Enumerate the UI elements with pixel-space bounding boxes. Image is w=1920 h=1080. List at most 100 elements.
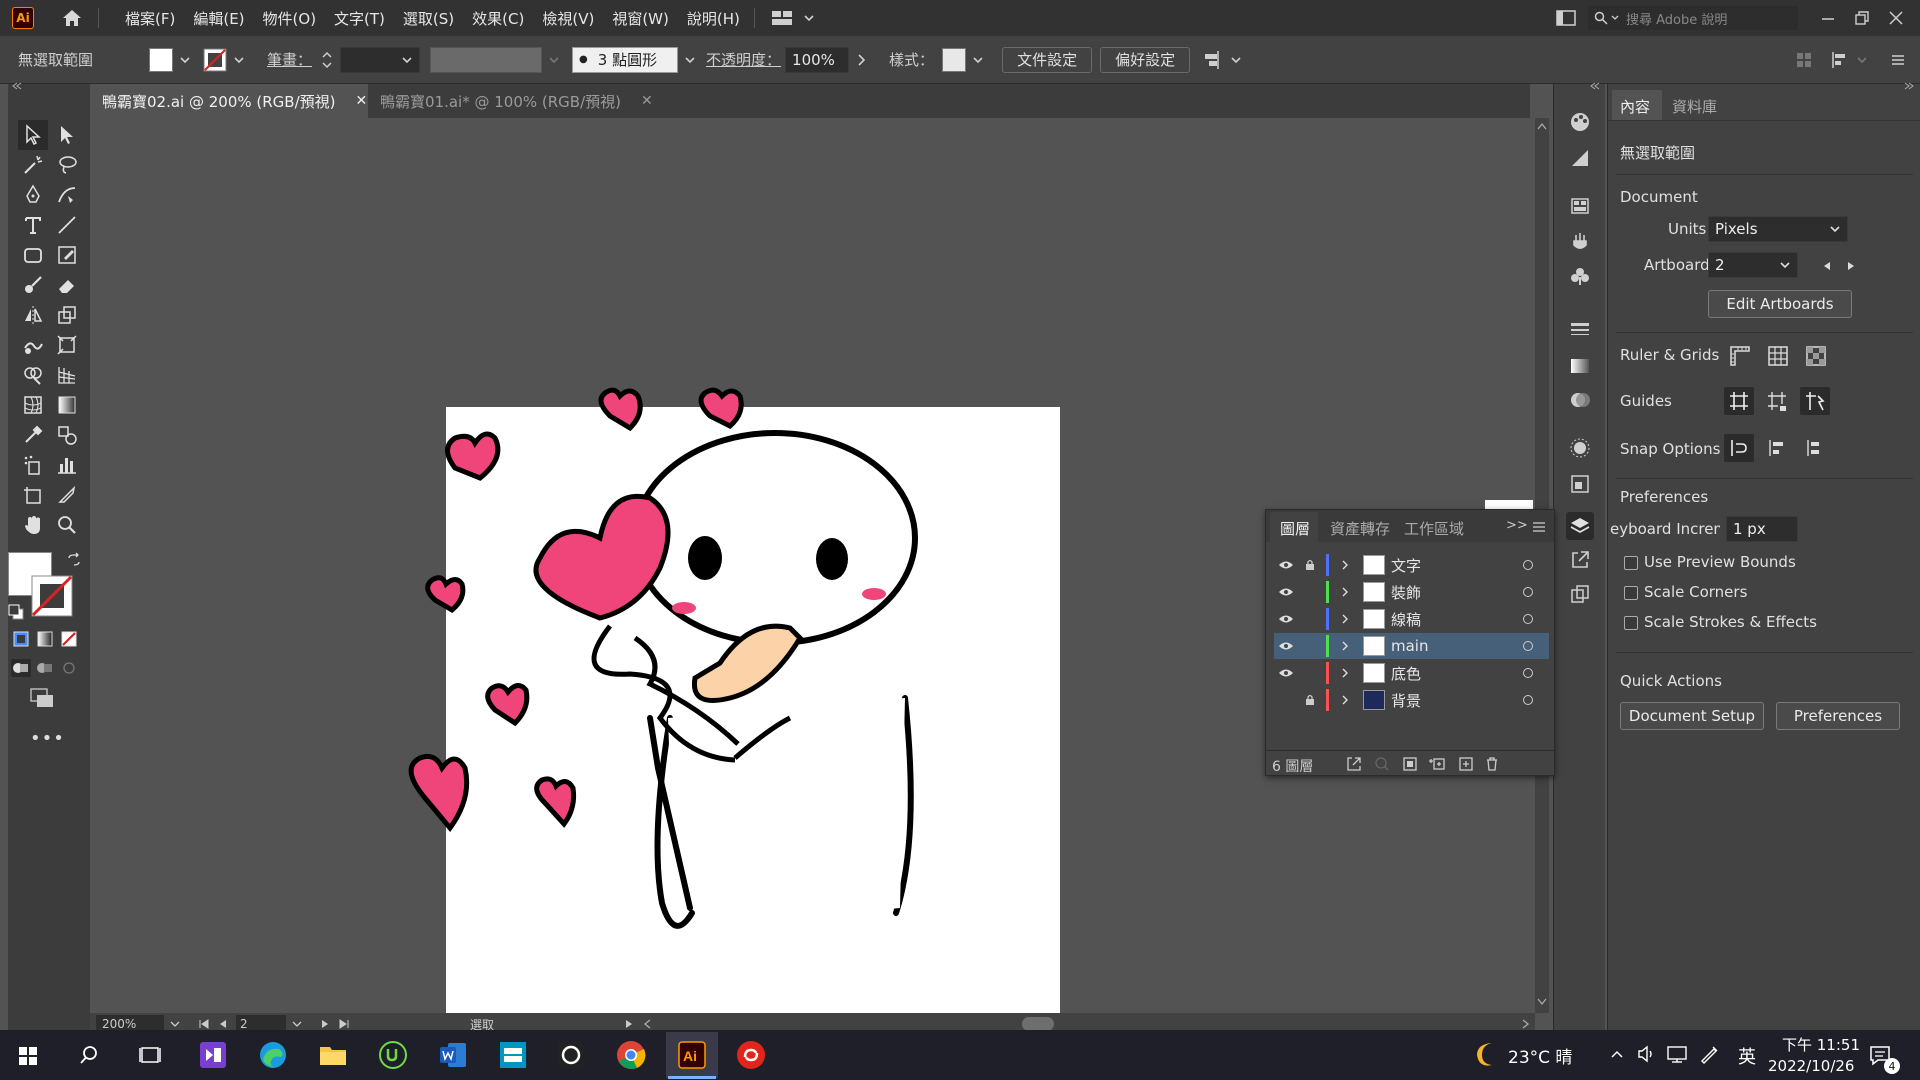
panel-menu-icon[interactable] — [1532, 520, 1546, 534]
clock-time[interactable]: 下午 11:51 — [1782, 1034, 1860, 1055]
transparency-button[interactable] — [1566, 386, 1594, 414]
draw-inside-icon[interactable] — [58, 658, 80, 678]
layer-name[interactable]: 線稿 — [1391, 609, 1523, 630]
clock-date[interactable]: 2022/10/26 — [1768, 1057, 1854, 1075]
arrange-icon[interactable] — [1796, 52, 1812, 68]
chevron-down-icon[interactable] — [170, 1019, 180, 1029]
preferences-button[interactable]: Preferences — [1776, 702, 1900, 730]
make-clipping-mask-icon[interactable] — [1402, 756, 1418, 772]
pen-tool[interactable] — [18, 180, 48, 210]
symbols-button[interactable] — [1566, 262, 1594, 290]
screen-mode-icon[interactable] — [30, 688, 56, 710]
layer-name[interactable]: 裝飾 — [1391, 582, 1523, 603]
menu-select[interactable]: 選取(S) — [403, 8, 454, 29]
artboards-panel-button[interactable] — [1566, 580, 1594, 608]
lasso-tool[interactable] — [52, 150, 82, 180]
target-circle-icon[interactable] — [1523, 668, 1533, 678]
keyboard-increment-input[interactable]: 1 px — [1726, 516, 1798, 542]
chevron-down-icon[interactable] — [684, 54, 696, 66]
tab-libraries[interactable]: 資料庫 — [1672, 96, 1717, 117]
chevron-down-icon[interactable] — [233, 54, 245, 66]
scroll-right-icon[interactable] — [1521, 1018, 1531, 1030]
previous-artboard-icon[interactable] — [1822, 260, 1832, 272]
next-artboard-icon[interactable] — [320, 1018, 330, 1030]
restore-icon[interactable] — [1854, 10, 1870, 26]
lock-guides-icon[interactable] — [1766, 390, 1788, 412]
layer-row[interactable]: 線稿 — [1274, 606, 1549, 632]
none-mode-icon[interactable] — [60, 630, 78, 648]
task-view-icon[interactable] — [138, 1044, 162, 1066]
tab-document-02[interactable]: 鴨霸寶02.ai @ 200% (RGB/預視) ✕ — [90, 84, 368, 118]
scroll-down-icon[interactable] — [1537, 998, 1547, 1006]
artboard-tool[interactable] — [18, 480, 48, 510]
weather-text[interactable]: 23°C 晴 — [1508, 1043, 1572, 1068]
snap-to-glyph-icon[interactable] — [1804, 437, 1826, 459]
scroll-up-icon[interactable] — [1537, 122, 1547, 130]
blend-tool[interactable] — [52, 420, 82, 450]
color-guide-button[interactable] — [1566, 144, 1594, 172]
tab-document-01[interactable]: 鴨霸寶01.ai* @ 100% (RGB/預視) ✕ — [368, 84, 653, 118]
create-sublayer-icon[interactable] — [1428, 756, 1446, 772]
edge-icon[interactable] — [254, 1036, 292, 1074]
chevron-right-icon[interactable] — [1333, 640, 1357, 652]
shaper-tool[interactable] — [52, 240, 82, 270]
tab-artboards[interactable]: 工作區域 — [1404, 518, 1464, 539]
horizontal-scroll-thumb[interactable] — [1022, 1017, 1055, 1031]
chevron-right-icon[interactable] — [1333, 667, 1357, 679]
chevron-right-icon[interactable] — [1333, 694, 1357, 706]
shape-builder-tool[interactable] — [18, 360, 48, 390]
target-circle-icon[interactable] — [1523, 695, 1533, 705]
locate-object-icon[interactable] — [1374, 756, 1390, 772]
target-circle-icon[interactable] — [1523, 587, 1533, 597]
column-graph-tool[interactable] — [52, 450, 82, 480]
chevron-down-icon[interactable] — [803, 12, 815, 24]
tab-properties[interactable]: 內容 — [1620, 96, 1650, 117]
delete-layer-icon[interactable] — [1484, 756, 1500, 772]
menu-window[interactable]: 視窗(W) — [612, 8, 669, 29]
previous-artboard-icon[interactable] — [218, 1018, 228, 1030]
curvature-tool[interactable] — [52, 180, 82, 210]
symbol-sprayer-tool[interactable] — [18, 450, 48, 480]
illustrator-taskbar-icon[interactable]: Ai — [673, 1036, 711, 1074]
menu-object[interactable]: 物件(O) — [263, 8, 317, 29]
visual-studio-icon[interactable] — [194, 1036, 232, 1074]
workspace-switcher-icon[interactable] — [771, 9, 795, 27]
reflect-tool[interactable] — [18, 300, 48, 330]
variable-width-profile[interactable] — [430, 46, 543, 73]
menu-effect[interactable]: 效果(C) — [472, 8, 524, 29]
snap-align-icon[interactable] — [1830, 50, 1852, 70]
line-segment-tool[interactable] — [52, 210, 82, 240]
lock-icon[interactable] — [1298, 694, 1322, 706]
layer-row[interactable]: 文字 — [1274, 552, 1549, 578]
gradient-panel-button[interactable] — [1566, 352, 1594, 380]
layer-row[interactable]: 裝飾 — [1274, 579, 1549, 605]
hand-tool[interactable] — [18, 510, 48, 540]
align-icon[interactable] — [1204, 50, 1226, 70]
network-icon[interactable] — [1666, 1044, 1688, 1064]
chevron-down-icon[interactable] — [1230, 54, 1242, 66]
selection-tool[interactable] — [18, 120, 48, 150]
stroke-panel-button[interactable] — [1566, 316, 1594, 344]
gradient-tool[interactable] — [52, 390, 82, 420]
minimize-icon[interactable] — [1820, 10, 1836, 26]
free-transform-tool[interactable] — [52, 330, 82, 360]
ruler-icon[interactable] — [1728, 344, 1752, 368]
fill-swatch[interactable] — [149, 47, 174, 72]
collapse-panel-icon[interactable] — [1590, 82, 1600, 90]
swap-fill-stroke-icon[interactable] — [66, 552, 82, 568]
slice-tool[interactable] — [52, 480, 82, 510]
visibility-eye-icon[interactable] — [1274, 587, 1298, 597]
upwork-icon[interactable] — [374, 1036, 412, 1074]
grid-icon[interactable] — [1766, 344, 1790, 368]
draw-behind-icon[interactable] — [34, 658, 56, 678]
swatches-button[interactable] — [1566, 192, 1594, 220]
snap-to-point-icon[interactable] — [1728, 437, 1750, 459]
scale-corners-checkbox[interactable] — [1624, 586, 1638, 600]
volume-icon[interactable] — [1636, 1044, 1656, 1064]
eyedropper-tool[interactable] — [18, 420, 48, 450]
default-fill-stroke-icon[interactable] — [8, 604, 24, 620]
chevron-right-icon[interactable] — [1333, 613, 1357, 625]
type-tool[interactable] — [18, 210, 48, 240]
scale-strokes-checkbox[interactable] — [1624, 616, 1638, 630]
create-new-layer-icon[interactable] — [1458, 756, 1474, 772]
